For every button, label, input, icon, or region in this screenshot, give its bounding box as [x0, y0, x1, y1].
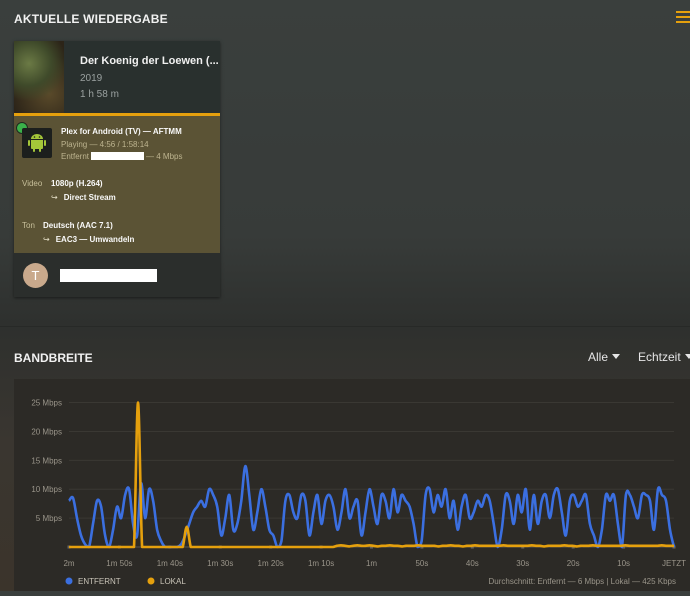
user-row[interactable]: T	[14, 253, 220, 297]
legend-label: LOKAL	[160, 577, 186, 586]
page-title: AKTUELLE WIEDERGABE	[14, 12, 168, 26]
caret-down-icon	[684, 354, 690, 359]
bandwidth-title: BANDBREITE	[14, 351, 93, 365]
x-tick-label: 1m 50s	[106, 559, 132, 568]
avatar[interactable]: T	[23, 263, 48, 288]
audio-label: Ton	[22, 221, 35, 230]
connection-bitrate: — 4 Mbps	[146, 152, 183, 161]
transcode-arrow-icon: ↪	[43, 235, 50, 244]
audio-value: Deutsch (AAC 7.1)	[43, 221, 113, 230]
x-tick-label: 1m	[366, 559, 377, 568]
connection-info: Entfernt — 4 Mbps	[61, 152, 182, 161]
video-label: Video	[22, 179, 43, 188]
timeframe-dropdown[interactable]: Echtzeit	[638, 350, 690, 364]
filter-all-dropdown[interactable]: Alle	[588, 350, 621, 364]
bandwidth-chart-svg: 5 Mbps 10 Mbps 15 Mbps 20 Mbps 25 Mbps 2m 1m 5…	[31, 399, 686, 586]
x-tick-label: 10s	[617, 559, 630, 568]
x-tick-label: 20s	[567, 559, 580, 568]
x-tick-label: 1m 40s	[157, 559, 183, 568]
x-tick-label: 1m 10s	[308, 559, 334, 568]
x-tick-label: 1m 20s	[258, 559, 284, 568]
y-tick-label: 10 Mbps	[31, 485, 62, 494]
redacted-username	[60, 269, 157, 282]
audio-stream: ↪ EAC3 — Umwandeln	[43, 235, 135, 244]
media-year: 2019	[80, 73, 103, 84]
series-line-entfernt	[67, 464, 676, 549]
x-tick-label: 40s	[466, 559, 479, 568]
poster-image[interactable]	[14, 41, 64, 116]
redacted-address	[91, 152, 145, 160]
x-tick-label: 1m 30s	[207, 559, 233, 568]
x-tick-label: 2m	[63, 559, 74, 568]
x-tick-label: JETZT	[662, 559, 686, 568]
bandwidth-summary: Durchschnitt: Entfernt — 6 Mbps | Lokal …	[489, 577, 677, 586]
bandwidth-chart: 5 Mbps 10 Mbps 15 Mbps 20 Mbps 25 Mbps 2m 1m 5…	[14, 379, 690, 591]
y-tick-label: 20 Mbps	[31, 427, 62, 436]
list-menu-icon[interactable]	[676, 11, 690, 25]
connection-label: Entfernt	[61, 152, 90, 161]
playback-progress: Playing — 4:56 / 1:58:14	[61, 140, 149, 149]
y-tick-label: 15 Mbps	[31, 456, 62, 465]
session-details: Plex for Android (TV) — AFTMM Playing — …	[14, 116, 220, 253]
y-tick-label: 25 Mbps	[31, 399, 62, 408]
video-stream: ↪ Direct Stream	[51, 193, 116, 202]
video-value: 1080p (H.264)	[51, 179, 103, 188]
legend-label: ENTFERNT	[78, 577, 121, 586]
player-name: Plex for Android (TV) — AFTMM	[61, 127, 182, 136]
legend-dot	[65, 577, 73, 585]
section-divider	[0, 326, 690, 327]
y-tick-label: 5 Mbps	[36, 514, 62, 523]
series-line-lokal	[69, 401, 674, 549]
x-tick-label: 50s	[415, 559, 428, 568]
legend-dot	[147, 577, 155, 585]
transcode-arrow-icon: ↪	[51, 193, 58, 202]
android-icon	[22, 128, 52, 158]
x-tick-label: 30s	[516, 559, 529, 568]
now-playing-card[interactable]: Der Koenig der Loewen (... 2019 1 h 58 m…	[14, 41, 220, 297]
caret-down-icon	[612, 354, 621, 359]
media-title[interactable]: Der Koenig der Loewen (...	[80, 55, 219, 67]
media-duration: 1 h 58 m	[80, 89, 119, 100]
